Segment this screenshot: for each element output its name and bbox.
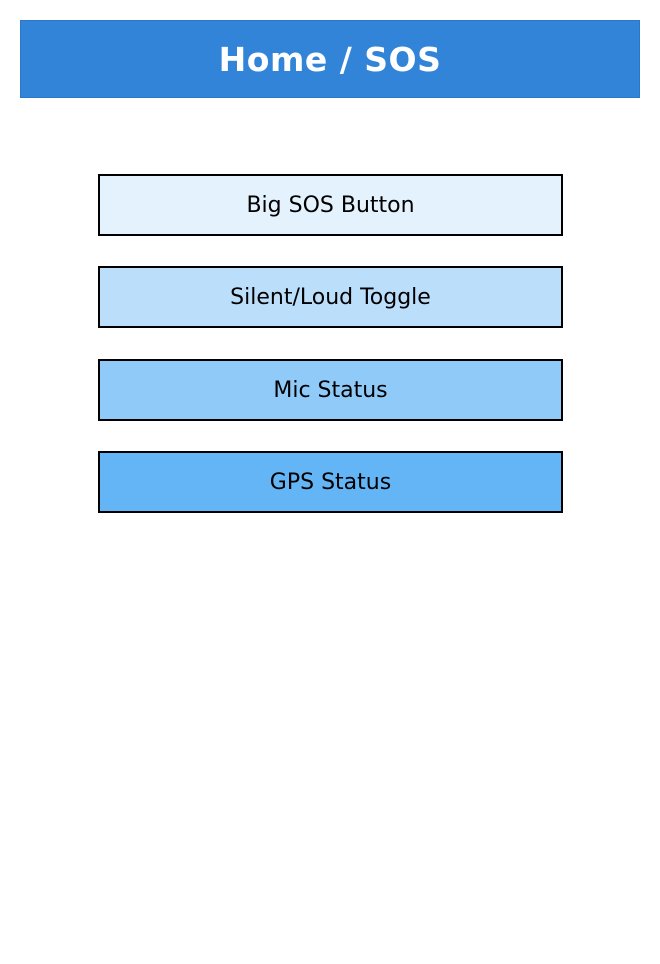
big-sos-button-label: Big SOS Button <box>246 192 415 218</box>
gps-status[interactable]: GPS Status <box>98 451 563 513</box>
mic-status[interactable]: Mic Status <box>98 359 563 421</box>
silent-loud-toggle[interactable]: Silent/Loud Toggle <box>98 266 563 328</box>
page-header: Home / SOS <box>20 20 640 98</box>
silent-loud-toggle-label: Silent/Loud Toggle <box>230 284 431 310</box>
gps-status-label: GPS Status <box>269 469 392 495</box>
page-title: Home / SOS <box>218 39 442 79</box>
big-sos-button[interactable]: Big SOS Button <box>98 174 563 236</box>
mic-status-label: Mic Status <box>273 377 388 403</box>
